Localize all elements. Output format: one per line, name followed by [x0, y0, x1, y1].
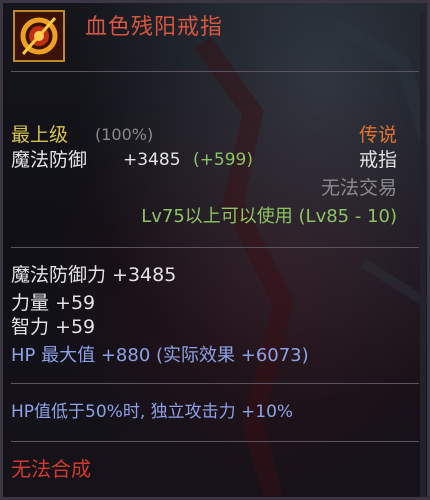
stat-line: 智力 +59: [11, 316, 96, 338]
stat-line: 力量 +59: [11, 292, 96, 314]
main-stat-value: +3485: [123, 150, 181, 170]
rarity-label: 传说: [358, 124, 397, 146]
item-tooltip: 血色残阳戒指 最上级 (100%) 传说 魔法防御 +3485 (+599) 戒…: [0, 0, 430, 500]
hp-max-line: HP 最大值 +880 (实际效果 +6073): [11, 345, 309, 366]
stats-divider: [11, 247, 419, 248]
no-synthesis-label: 无法合成: [11, 457, 91, 481]
trade-label: 无法交易: [320, 177, 397, 199]
main-stat-label: 魔法防御: [11, 149, 88, 171]
blood-sunset-ring-icon: [15, 12, 63, 60]
grade-percent: (100%): [95, 125, 154, 144]
header-divider: [11, 71, 419, 72]
grade-label: 最上级: [11, 124, 69, 146]
special-effect-line: HP值低于50%时, 独立攻击力 +10%: [11, 402, 294, 422]
footer-divider: [11, 441, 419, 442]
level-requirement: Lv75以上可以使用 (Lv85 - 10): [141, 206, 397, 227]
special-divider: [11, 383, 419, 384]
item-name: 血色残阳戒指: [85, 15, 224, 40]
stat-line: 魔法防御力 +3485: [11, 264, 177, 286]
slot-label: 戒指: [358, 149, 397, 171]
ring-icon[interactable]: [13, 10, 65, 62]
main-stat-bonus: (+599): [193, 150, 253, 170]
